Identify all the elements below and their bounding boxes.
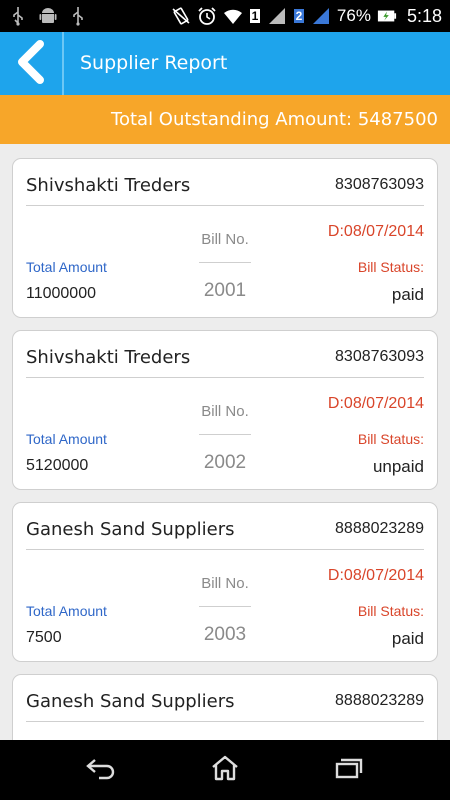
supplier-phone: 8308763093 [335, 176, 424, 193]
supplier-name: Shivshakti Treders [26, 175, 191, 196]
supplier-name: Shivshakti Treders [26, 347, 191, 368]
battery-charging-icon [377, 6, 397, 26]
bill-status-label: Bill Status: [357, 259, 424, 275]
recent-apps-icon [334, 756, 364, 784]
divider [26, 377, 424, 378]
supplier-phone: 8308763093 [335, 348, 424, 365]
outstanding-amount: 5487500 [357, 109, 438, 130]
android-icon [38, 6, 58, 26]
bill-date: D:08/07/2014 [327, 567, 424, 584]
app-bar: Supplier Report [0, 32, 450, 95]
divider [199, 606, 251, 607]
bill-status: paid [391, 629, 424, 648]
back-icon [85, 756, 117, 784]
system-nav-bar [0, 740, 450, 800]
page-title: Supplier Report [80, 52, 228, 74]
divider [26, 549, 424, 550]
divider [199, 262, 251, 263]
total-amount: 7500 [26, 629, 62, 646]
bill-date: D:08/07/2014 [327, 395, 424, 412]
total-amount-label: Total Amount [26, 259, 107, 275]
chevron-left-icon [14, 39, 48, 88]
signal-icon [267, 6, 287, 26]
signal-icon [311, 6, 331, 26]
total-amount-label: Total Amount [26, 603, 107, 619]
supplier-phone: 8888023289 [335, 692, 424, 709]
bill-number: 2002 [203, 452, 247, 473]
bill-card[interactable]: Ganesh Sand Suppliers 8888023289 Bill No… [12, 502, 438, 662]
supplier-phone: 8888023289 [335, 520, 424, 537]
vibrate-icon [171, 6, 191, 26]
sim-1-icon: 1 [249, 9, 261, 23]
outstanding-label: Total Outstanding Amount: [111, 109, 353, 130]
usb-icon [68, 6, 88, 26]
wifi-icon [223, 6, 243, 26]
bill-number: 2001 [203, 280, 247, 301]
battery-percent: 76% [336, 6, 371, 25]
nav-recent-apps-button[interactable] [309, 740, 389, 800]
usb-icon [8, 6, 28, 26]
sim-2-icon: 2 [293, 9, 305, 23]
bill-status: unpaid [372, 457, 424, 476]
bill-number: 2003 [203, 624, 247, 645]
bill-status-label: Bill Status: [357, 603, 424, 619]
outstanding-summary-bar: Total Outstanding Amount: 5487500 [0, 95, 450, 144]
supplier-name: Ganesh Sand Suppliers [26, 691, 235, 712]
bill-card[interactable]: Ganesh Sand Suppliers 8888023289 [12, 674, 438, 740]
divider [26, 205, 424, 206]
bill-no-label: Bill No. [201, 575, 249, 592]
total-amount: 11000000 [26, 285, 96, 302]
status-bar: 1 2 76% 5:18 [0, 0, 450, 32]
nav-back-button[interactable] [61, 740, 141, 800]
supplier-report-list[interactable]: Shivshakti Treders 8308763093 Bill No. 2… [0, 144, 450, 740]
total-amount: 5120000 [26, 457, 89, 474]
bill-status: paid [391, 285, 424, 304]
divider [199, 434, 251, 435]
clock: 5:18 [406, 5, 442, 26]
supplier-name: Ganesh Sand Suppliers [26, 519, 235, 540]
alarm-icon [197, 6, 217, 26]
bill-card[interactable]: Shivshakti Treders 8308763093 Bill No. 2… [12, 330, 438, 490]
total-amount-label: Total Amount [26, 431, 107, 447]
divider [26, 721, 424, 722]
back-button[interactable] [0, 32, 64, 95]
bill-no-label: Bill No. [201, 231, 249, 248]
bill-status-label: Bill Status: [357, 431, 424, 447]
nav-home-button[interactable] [185, 740, 265, 800]
bill-date: D:08/07/2014 [327, 223, 424, 240]
home-icon [210, 754, 240, 786]
bill-no-label: Bill No. [201, 403, 249, 420]
bill-card[interactable]: Shivshakti Treders 8308763093 Bill No. 2… [12, 158, 438, 318]
